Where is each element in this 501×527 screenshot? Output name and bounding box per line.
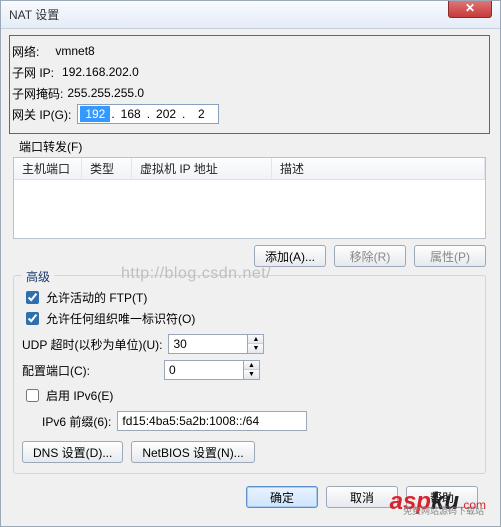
ipv6-prefix-label: IPv6 前缀(6):	[42, 413, 111, 430]
udp-timeout-input[interactable]	[168, 334, 248, 354]
port-forward-table[interactable]: 主机端口 类型 虚拟机 IP 地址 描述	[13, 157, 486, 239]
config-port-label: 配置端口(C):	[22, 362, 90, 379]
gateway-ip-input[interactable]: . . .	[77, 104, 219, 124]
dns-settings-button[interactable]: DNS 设置(D)...	[22, 441, 123, 463]
gateway-seg1[interactable]	[80, 106, 110, 122]
col-type[interactable]: 类型	[82, 158, 132, 179]
table-body[interactable]	[14, 180, 485, 238]
table-header: 主机端口 类型 虚拟机 IP 地址 描述	[14, 158, 485, 180]
config-port-input[interactable]	[164, 360, 244, 380]
config-port-spinner[interactable]: ▲▼	[244, 360, 260, 380]
network-label: 网络:	[12, 43, 39, 60]
network-info-highlight: 网络: vmnet8 子网 IP: 192.168.202.0 子网掩码: 25…	[9, 35, 490, 134]
allow-active-ftp-checkbox[interactable]	[26, 291, 39, 304]
advanced-group: 高级 允许活动的 FTP(T) 允许任何组织唯一标识符(O) UDP 超时(以秒…	[13, 275, 486, 474]
enable-ipv6-checkbox[interactable]	[26, 389, 39, 402]
col-vm-ip[interactable]: 虚拟机 IP 地址	[132, 158, 272, 179]
ok-button[interactable]: 确定	[246, 486, 318, 508]
udp-timeout-spinner[interactable]: ▲▼	[248, 334, 264, 354]
col-host-port[interactable]: 主机端口	[14, 158, 82, 179]
chevron-up-icon[interactable]: ▲	[248, 335, 263, 344]
remove-button: 移除(R)	[334, 245, 406, 267]
close-button[interactable]: ✕	[448, 0, 492, 18]
udp-timeout-label: UDP 超时(以秒为单位)(U):	[22, 336, 162, 353]
allow-active-ftp-label: 允许活动的 FTP(T)	[46, 289, 147, 306]
allow-any-oid-checkbox[interactable]	[26, 312, 39, 325]
allow-active-ftp-row[interactable]: 允许活动的 FTP(T)	[22, 288, 477, 307]
allow-any-oid-row[interactable]: 允许任何组织唯一标识符(O)	[22, 309, 477, 328]
cancel-button[interactable]: 取消	[326, 486, 398, 508]
add-button[interactable]: 添加(A)...	[254, 245, 326, 267]
window-title: NAT 设置	[9, 6, 59, 23]
col-desc[interactable]: 描述	[272, 158, 485, 179]
gateway-seg3[interactable]	[151, 106, 181, 122]
chevron-down-icon[interactable]: ▼	[244, 370, 259, 379]
enable-ipv6-row[interactable]: 启用 IPv6(E)	[22, 386, 477, 405]
advanced-legend: 高级	[22, 268, 54, 285]
subnet-ip-value: 192.168.202.0	[62, 65, 139, 79]
port-forward-label: 端口转发(F)	[19, 138, 490, 155]
gateway-seg2[interactable]	[116, 106, 146, 122]
chevron-up-icon[interactable]: ▲	[244, 361, 259, 370]
network-value: vmnet8	[55, 44, 94, 58]
subnet-ip-label: 子网 IP:	[12, 64, 54, 81]
gateway-seg4[interactable]	[186, 106, 216, 122]
netbios-settings-button[interactable]: NetBIOS 设置(N)...	[131, 441, 254, 463]
enable-ipv6-label: 启用 IPv6(E)	[46, 387, 113, 404]
help-button[interactable]: 帮助	[406, 486, 478, 508]
gateway-ip-label: 网关 IP(G):	[12, 106, 71, 123]
close-icon: ✕	[465, 1, 475, 15]
allow-any-oid-label: 允许任何组织唯一标识符(O)	[46, 310, 195, 327]
chevron-down-icon[interactable]: ▼	[248, 344, 263, 353]
ipv6-prefix-input[interactable]	[117, 411, 307, 431]
subnet-mask-label: 子网掩码:	[12, 85, 63, 102]
subnet-mask-value: 255.255.255.0	[67, 86, 144, 100]
properties-button: 属性(P)	[414, 245, 486, 267]
